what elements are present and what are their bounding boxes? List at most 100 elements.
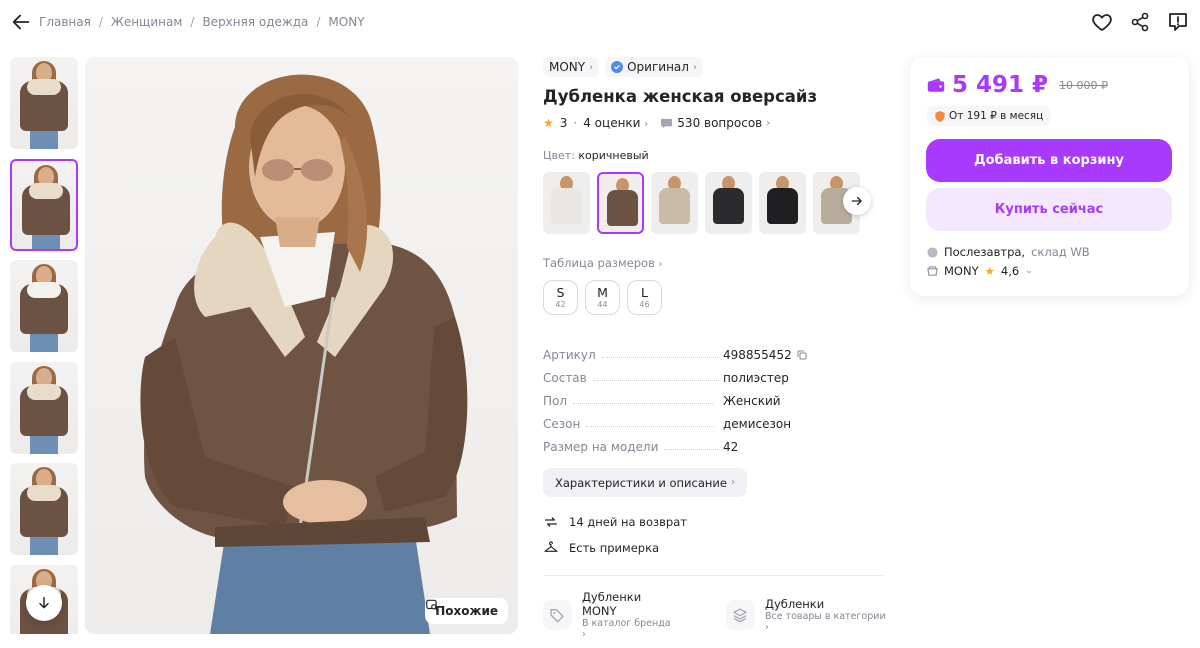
color-swatches [543, 172, 888, 234]
add-to-cart-button[interactable]: Добавить в корзину [926, 139, 1172, 182]
buy-now-button[interactable]: Купить сейчас [926, 188, 1172, 231]
description-button[interactable]: Характеристики и описание › [543, 468, 747, 497]
thumbnail-list [10, 57, 78, 634]
chevron-right-icon: › [730, 477, 735, 488]
chevron-down-icon: ⌄ [1025, 266, 1033, 276]
arrow-down-icon [39, 596, 49, 609]
breadcrumb-home[interactable]: Главная [39, 15, 91, 29]
color-swatch[interactable] [705, 172, 752, 234]
old-price: 10 000 ₽ [1059, 78, 1109, 92]
share-icon[interactable] [1128, 10, 1152, 34]
perks-list: 14 дней на возврат Есть примерка [543, 509, 888, 561]
layers-icon [726, 600, 755, 630]
size-selector: S 42 M 44 L 46 [543, 280, 888, 315]
thumbnail[interactable] [10, 260, 78, 352]
chat-bubble-icon [661, 118, 673, 128]
seller-name: MONY [944, 264, 979, 278]
return-arrows-icon [545, 517, 557, 527]
size-option[interactable]: S 42 [543, 280, 578, 315]
original-chip[interactable]: Оригинал › [605, 57, 703, 77]
seller-rating: 4,6 [1000, 264, 1020, 278]
wallet-icon [927, 78, 945, 92]
brand-chip[interactable]: MONY › [543, 57, 600, 77]
swatches-next-button[interactable] [843, 187, 871, 215]
warehouse-icon [927, 246, 938, 258]
shield-icon [935, 110, 945, 122]
copy-icon[interactable] [796, 349, 808, 361]
heart-icon[interactable] [1090, 10, 1114, 34]
category-link[interactable]: Дубленки Все товары в категории › [726, 590, 888, 640]
product-photo[interactable]: Похожие [85, 57, 518, 634]
link-title: Дубленки MONY [581, 590, 642, 618]
color-swatch[interactable] [651, 172, 698, 234]
seller-info[interactable]: MONY ★ 4,6 ⌄ [927, 264, 1033, 278]
description-button-label: Характеристики и описание [555, 475, 727, 490]
thumbnail-active[interactable] [10, 158, 78, 251]
brand-catalog-link[interactable]: Дубленки MONY В каталог бренда › [543, 590, 676, 640]
arrow-right-icon [851, 196, 862, 206]
spec-value: полиэстер [723, 371, 789, 385]
thumbnail[interactable] [10, 463, 78, 555]
link-title: Дубленки [764, 597, 825, 611]
color-swatch[interactable] [543, 172, 590, 234]
spec-value: 498855452 [723, 348, 792, 362]
spec-row: Сезон демисезон [543, 408, 888, 431]
breadcrumb-women[interactable]: Женщинам [111, 15, 183, 29]
star-icon: ★ [984, 264, 995, 278]
size-option[interactable]: M 44 [585, 280, 620, 315]
star-icon: ★ [543, 116, 554, 130]
link-subtitle: В каталог бренда [581, 618, 671, 629]
chevron-right-icon: › [766, 117, 771, 129]
color-value: коричневый [578, 149, 649, 162]
perk-return: 14 дней на возврат [543, 509, 888, 535]
product-info: MONY › Оригинал › Дубленка женская оверсай… [543, 57, 888, 640]
spec-row: Артикул 498855452 [543, 339, 888, 362]
spec-value: демисезон [723, 417, 792, 431]
chevron-right-icon: › [644, 119, 649, 130]
similar-button[interactable]: Похожие [425, 598, 508, 624]
report-icon[interactable] [1166, 10, 1190, 34]
size-option[interactable]: L 46 [627, 280, 662, 315]
reviews-count: 4 оценки [583, 116, 641, 130]
similar-label: Похожие [435, 604, 498, 618]
breadcrumb: Главная / Женщинам / Верхняя одежда / MONY [39, 15, 365, 29]
size-table-link[interactable]: Таблица размеров › [543, 256, 888, 270]
questions-link[interactable]: 530 вопросов › [660, 116, 770, 130]
thumbnail[interactable] [10, 57, 78, 149]
thumbnails-scroll-down-button[interactable] [26, 585, 62, 621]
back-arrow-icon[interactable] [10, 11, 32, 33]
hanger-icon [544, 541, 558, 552]
installment-badge[interactable]: От 191 ₽ в месяц [927, 106, 1052, 126]
thumbnail[interactable] [10, 361, 78, 454]
color-label: Цвет: коричневый [543, 149, 888, 162]
perk-label: 14 дней на возврат [569, 515, 687, 529]
shop-icon [927, 266, 938, 276]
reviews-link[interactable]: 4 оценки › [583, 116, 648, 130]
size-label: M [597, 284, 608, 300]
verified-check-icon [611, 61, 624, 73]
specs-list: Артикул 498855452 Состав полиэстер Пол Женс… [543, 339, 888, 454]
size-ru: 46 [639, 299, 650, 309]
divider [543, 575, 884, 576]
spec-value: Женский [723, 394, 781, 408]
breadcrumb-outerwear[interactable]: Верхняя одежда [202, 15, 308, 29]
breadcrumb-brand[interactable]: MONY [328, 15, 364, 29]
delivery-info: Послезавтра, склад WB [927, 245, 1090, 259]
color-swatch[interactable] [759, 172, 806, 234]
brand-label: MONY [549, 60, 586, 74]
link-subtitle: Все товары в категории [764, 611, 886, 622]
color-swatch-active[interactable] [597, 172, 644, 234]
spec-row: Состав полиэстер [543, 362, 888, 385]
installment-label: От 191 ₽ в месяц [949, 110, 1044, 122]
spec-row: Размер на модели 42 [543, 431, 888, 454]
spec-key: Размер на модели [543, 440, 659, 454]
color-label-key: Цвет: [543, 149, 575, 162]
separator-dot: · [573, 116, 578, 130]
delivery-day: Послезавтра, [944, 245, 1026, 259]
rating-value: 3 [559, 116, 568, 130]
size-label: L [641, 284, 648, 300]
image-search-icon [426, 599, 438, 611]
size-label: S [556, 284, 565, 300]
product-photo-illustration [140, 74, 468, 634]
perk-fitting: Есть примерка [543, 535, 888, 561]
